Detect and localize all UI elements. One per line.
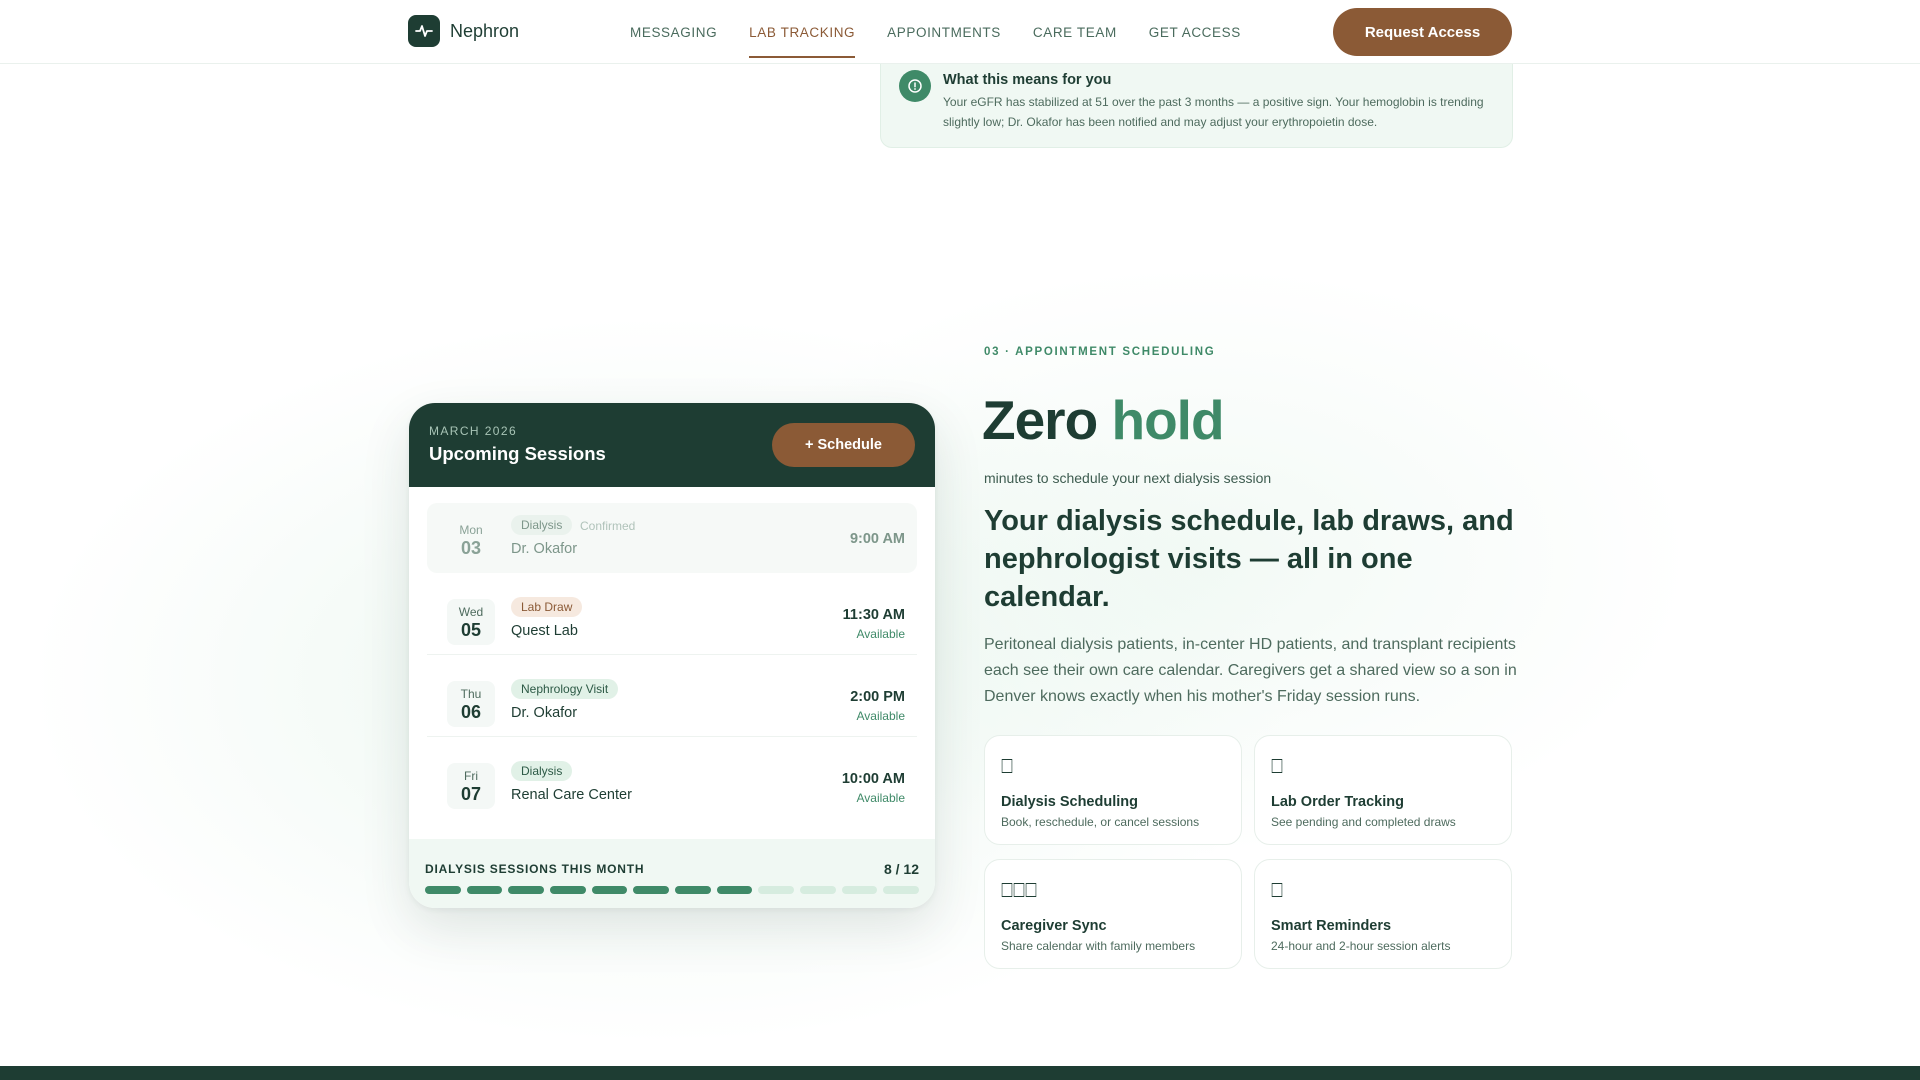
progress-segment-remaining — [800, 886, 836, 894]
hero-subtitle: minutes to schedule your next dialysis s… — [984, 470, 1272, 486]
section-heading: Your dialysis schedule, lab draws, and n… — [984, 505, 1514, 613]
nav-links: MESSAGING LAB TRACKING APPOINTMENTS CARE… — [630, 0, 1241, 64]
session-type-tag: Dialysis — [511, 761, 573, 781]
feature-card-caregiver-sync: ⎕⎕⎕ Caregiver Sync Share calendar with f… — [984, 859, 1242, 969]
session-weekday: Thu — [460, 687, 482, 701]
session-time: 11:30 AM — [842, 607, 905, 623]
feature-card-dialysis-scheduling: ⎕ Dialysis Scheduling Book, reschedule, … — [984, 735, 1242, 845]
progress-segment-done — [425, 886, 461, 894]
session-row[interactable]: Fri 07 Dialysis Renal Care Center 10:00 … — [427, 749, 917, 819]
calendar-icon: ⎕ — [1001, 754, 1013, 778]
feature-desc: See pending and completed draws — [1271, 815, 1456, 829]
feature-title: Dialysis Scheduling — [1001, 794, 1138, 810]
date-box: Thu 06 — [447, 681, 495, 727]
section-background — [0, 260, 1920, 1066]
nav-link-appointments[interactable]: APPOINTMENTS — [887, 0, 1001, 64]
nav-link-care-team[interactable]: CARE TEAM — [1033, 0, 1117, 64]
footer-band — [0, 1066, 1920, 1080]
note-title: What this means for you — [943, 72, 1112, 88]
progress-segment-done — [508, 886, 544, 894]
note-text: Your eGFR has stabilized at 51 over the … — [943, 95, 1484, 129]
session-time: 2:00 PM — [850, 689, 905, 705]
feature-card-smart-reminders: ⎕ Smart Reminders 24-hour and 2-hour ses… — [1254, 859, 1512, 969]
monthly-progress: DIALYSIS SESSIONS THIS MONTH 8 / 12 — [409, 839, 935, 908]
session-provider: Dr. Okafor — [511, 705, 578, 721]
top-nav: Nephron MESSAGING LAB TRACKING APPOINTME… — [0, 0, 1920, 64]
progress-segment-done — [550, 886, 586, 894]
session-provider: Dr. Okafor — [511, 541, 578, 557]
date-box: Wed 05 — [447, 599, 495, 645]
progress-segment-done — [675, 886, 711, 894]
bell-icon: ⎕ — [1271, 878, 1283, 902]
progress-label: DIALYSIS SESSIONS THIS MONTH — [425, 862, 645, 876]
progress-count: 8 / 12 — [883, 861, 919, 877]
date-box: Fri 07 — [447, 763, 495, 809]
session-availability: Available — [856, 627, 905, 641]
feature-desc: 24-hour and 2-hour session alerts — [1271, 939, 1451, 953]
progress-segment-remaining — [758, 886, 794, 894]
session-type-tag: Lab Draw — [511, 597, 583, 617]
section-eyebrow: 03 · APPOINTMENT SCHEDULING — [984, 346, 1216, 358]
session-day: 05 — [460, 620, 482, 640]
lab-insight-note: What this means for you Your eGFR has st… — [880, 64, 1513, 148]
schedule-button[interactable]: + Schedule — [772, 423, 915, 467]
brand-name: Nephron — [450, 20, 520, 41]
date-box: Mon 03 — [447, 517, 495, 563]
session-type-tag: Nephrology Visit — [511, 679, 619, 699]
session-weekday: Wed — [458, 605, 484, 619]
info-icon — [899, 70, 931, 102]
session-weekday: Fri — [464, 769, 478, 783]
feature-title: Lab Order Tracking — [1271, 794, 1404, 810]
progress-bar — [425, 886, 919, 894]
session-provider: Renal Care Center — [511, 787, 632, 803]
progress-segment-done — [633, 886, 669, 894]
hero-main: Zero — [982, 389, 1098, 451]
request-access-button[interactable]: Request Access — [1333, 8, 1512, 56]
session-day: 07 — [460, 784, 482, 804]
hero-headline: Zero hold — [982, 388, 1225, 452]
progress-segment-remaining — [841, 886, 878, 894]
feature-card-lab-order-tracking: ⎕ Lab Order Tracking See pending and com… — [1254, 735, 1512, 845]
pulse-icon — [408, 15, 440, 47]
session-weekday: Mon — [459, 523, 483, 537]
session-status: Confirmed — [580, 519, 636, 533]
feature-desc: Share calendar with family members — [1001, 939, 1196, 953]
session-row[interactable]: Mon 03 Dialysis Confirmed Dr. Okafor 9:0… — [427, 503, 917, 573]
hero-accent: hold — [1111, 389, 1224, 451]
calendar-month: MARCH 2026 — [429, 424, 518, 438]
nav-link-lab-tracking[interactable]: LAB TRACKING — [749, 0, 856, 64]
nav-link-get-access[interactable]: GET ACCESS — [1149, 0, 1241, 64]
session-time: 9:00 AM — [849, 531, 905, 547]
progress-segment-done — [466, 886, 503, 894]
session-availability: Available — [856, 791, 905, 805]
session-day: 06 — [460, 702, 482, 722]
session-day: 03 — [460, 538, 482, 558]
nav-link-messaging[interactable]: MESSAGING — [630, 0, 717, 64]
feature-title: Smart Reminders — [1271, 918, 1392, 934]
calendar-header: MARCH 2026 Upcoming Sessions + Schedule — [409, 403, 935, 487]
session-type-tag: Dialysis — [511, 515, 573, 535]
progress-segment-done — [591, 886, 628, 894]
session-row[interactable]: Thu 06 Nephrology Visit Dr. Okafor 2:00 … — [427, 667, 917, 737]
session-time: 10:00 AM — [841, 771, 905, 787]
family-icon: ⎕⎕⎕ — [1001, 878, 1037, 902]
clipboard-icon: ⎕ — [1271, 754, 1283, 778]
section-paragraph: Peritoneal dialysis patients, in-center … — [984, 636, 1517, 705]
calendar-title: Upcoming Sessions — [429, 443, 606, 464]
progress-segment-remaining — [883, 886, 919, 894]
session-provider: Quest Lab — [511, 623, 578, 639]
progress-segment-done — [716, 886, 753, 894]
session-availability: Available — [856, 709, 905, 723]
brand-logo[interactable]: Nephron — [408, 15, 519, 47]
feature-desc: Book, reschedule, or cancel sessions — [1001, 815, 1200, 829]
feature-title: Caregiver Sync — [1001, 918, 1107, 934]
session-row[interactable]: Wed 05 Lab Draw Quest Lab 11:30 AM Avail… — [427, 585, 917, 655]
sessions-calendar-card: MARCH 2026 Upcoming Sessions + Schedule … — [409, 403, 935, 908]
